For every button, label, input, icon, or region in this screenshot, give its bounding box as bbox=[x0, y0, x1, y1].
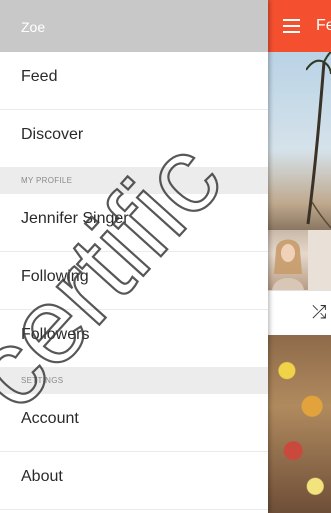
drawer-header: Zoe bbox=[0, 0, 268, 52]
screen: Feed ⤮ Zoe Feed bbox=[0, 0, 331, 513]
shuffle-icon[interactable]: ⤮ bbox=[312, 302, 326, 323]
nav-item-label: About bbox=[21, 468, 63, 485]
nav-item-label: Discover bbox=[21, 126, 84, 143]
nav-item-label: Following bbox=[21, 268, 89, 285]
nav-item-label: Jennifer Singer bbox=[21, 210, 129, 227]
nav-item-discover[interactable]: Discover bbox=[0, 110, 268, 167]
nav-item-following[interactable]: Following bbox=[0, 252, 268, 310]
section-label: SETTINGS bbox=[21, 376, 64, 385]
nav-item-label: Feed bbox=[21, 68, 58, 85]
nav-item-jennifer-singer[interactable]: Jennifer Singer bbox=[0, 194, 268, 252]
nav-item-followers[interactable]: Followers bbox=[0, 310, 268, 367]
palm-tree-image bbox=[306, 52, 331, 229]
section-label: MY PROFILE bbox=[21, 176, 73, 185]
app-header-title: Feed bbox=[316, 17, 331, 34]
portrait-image bbox=[272, 239, 304, 290]
feed-photo-portrait[interactable] bbox=[268, 230, 308, 290]
feed-photo-secondary[interactable] bbox=[308, 230, 331, 290]
nav-item-account[interactable]: Account bbox=[0, 394, 268, 452]
navigation-drawer: Zoe Feed Discover MY PROFILE Jennifer Si… bbox=[0, 0, 268, 513]
app-content: Feed ⤮ bbox=[268, 0, 331, 513]
section-header-my-profile: MY PROFILE bbox=[0, 167, 268, 194]
nav-item-label: Account bbox=[21, 410, 79, 427]
nav-item-about[interactable]: About bbox=[0, 452, 268, 510]
drawer-header-title: Zoe bbox=[21, 19, 46, 35]
section-header-settings: SETTINGS bbox=[0, 367, 268, 394]
app-header: Feed bbox=[268, 0, 331, 52]
nav-item-feed[interactable]: Feed bbox=[0, 52, 268, 110]
nav-item-label: Followers bbox=[21, 326, 90, 343]
shuffle-bar: ⤮ bbox=[268, 290, 331, 336]
hamburger-menu-icon[interactable] bbox=[283, 19, 300, 33]
feed-photo-flowers[interactable] bbox=[268, 335, 331, 513]
